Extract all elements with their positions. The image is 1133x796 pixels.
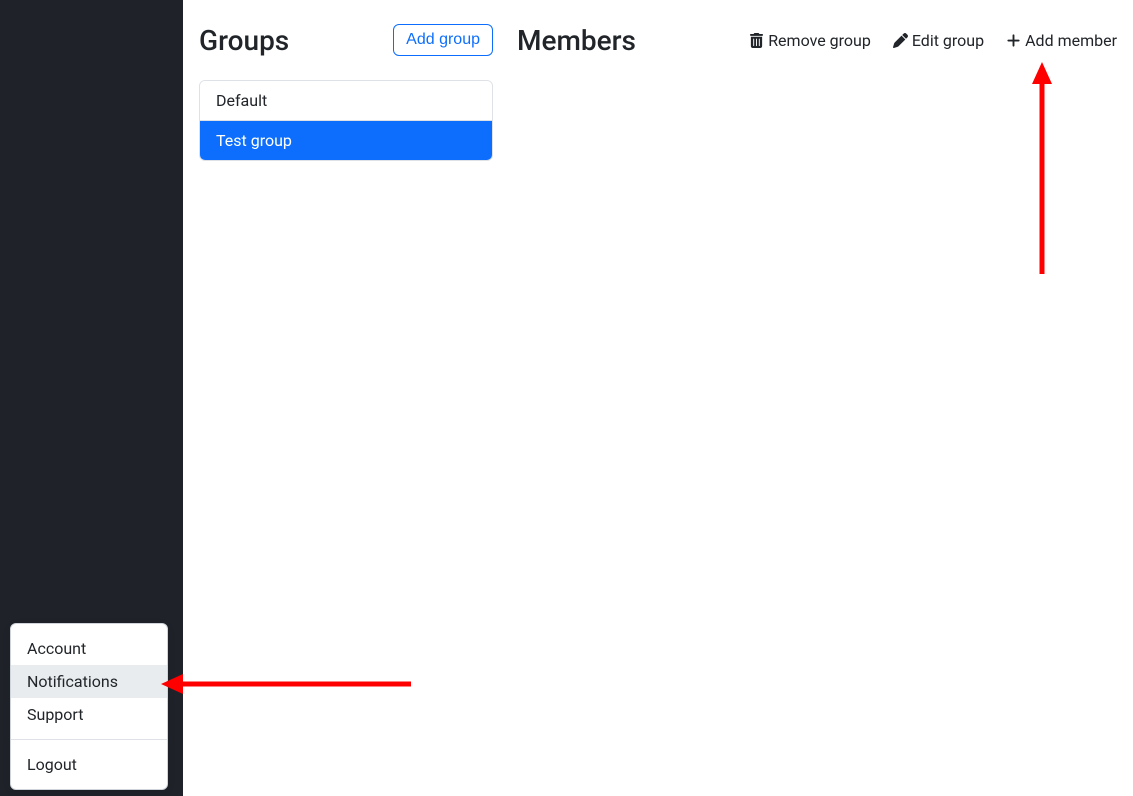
groups-title: Groups [199,24,289,57]
main-content: Groups Add group Default Test group Memb… [183,0,1133,796]
add-group-button[interactable]: Add group [393,24,493,56]
menu-item-notifications[interactable]: Notifications [11,665,167,698]
trash-icon [749,33,764,48]
group-item-test-group[interactable]: Test group [200,121,492,160]
members-header: Members Remove group Edit group Add memb… [517,16,1117,64]
add-member-label: Add member [1025,31,1117,50]
members-panel: Members Remove group Edit group Add memb… [517,16,1117,780]
pencil-icon [893,33,908,48]
menu-item-account[interactable]: Account [11,632,167,665]
add-member-button[interactable]: Add member [1006,31,1117,50]
edit-group-label: Edit group [912,31,984,50]
group-list: Default Test group [199,80,493,161]
plus-icon [1006,33,1021,48]
menu-item-support[interactable]: Support [11,698,167,731]
members-title: Members [517,24,636,57]
user-menu-popup: Account Notifications Support Logout [10,623,168,790]
menu-item-logout[interactable]: Logout [11,748,167,781]
groups-panel: Groups Add group Default Test group [199,16,493,780]
menu-divider [11,739,167,740]
members-actions: Remove group Edit group Add member [749,31,1117,50]
edit-group-button[interactable]: Edit group [893,31,984,50]
group-item-default[interactable]: Default [200,81,492,121]
remove-group-label: Remove group [768,31,871,50]
groups-header: Groups Add group [199,16,493,64]
remove-group-button[interactable]: Remove group [749,31,871,50]
